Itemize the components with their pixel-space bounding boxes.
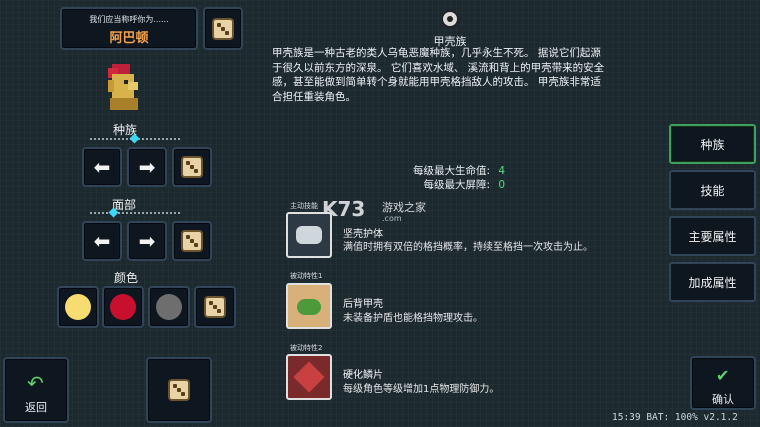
left-arrow-icon: ⬅	[93, 229, 111, 253]
dice-icon	[181, 156, 203, 178]
color-swatch-gray[interactable]	[148, 286, 190, 328]
right-arrow-icon: ➡	[138, 155, 156, 179]
desc-line: 感，甚至能做到简单转个身就能用甲壳格挡敌人的攻击。 甲壳族非常适	[272, 76, 601, 88]
skill-icon-hardened-scales	[286, 354, 332, 400]
back-arrow-icon: ↶	[27, 371, 44, 395]
name-prompt: 我们应当称呼你为......	[89, 15, 169, 24]
shell-icon	[440, 9, 460, 29]
confirm-label: 确认	[712, 393, 734, 406]
skill-desc: 未装备护盾也能格挡物理攻击。	[343, 313, 483, 324]
skill-tag: 被动特性1	[290, 272, 323, 280]
right-arrow-icon: ➡	[138, 229, 156, 253]
desc-line: 合担任重装角色。	[272, 90, 356, 103]
swatch-yellow	[65, 294, 91, 320]
race-label: 种族	[112, 123, 137, 137]
status-bar: 15:39 BAT: 100% v2.1.2	[612, 412, 738, 423]
tab-race[interactable]: 种族	[669, 124, 756, 164]
color-swatch-yellow[interactable]	[57, 286, 99, 328]
skill-desc: 每级角色等级增加1点物理防御力。	[343, 384, 500, 395]
skill-icon-shell-guard	[286, 212, 332, 258]
desc-line: 于很久以前东方的深泉。 它们喜欢水域、 溪流和背上的甲壳带来的安全	[272, 61, 605, 74]
back-button[interactable]: ↶ 返回	[3, 357, 69, 423]
color-swatch-red[interactable]	[102, 286, 144, 328]
watermark-sub: 游戏之家	[382, 201, 426, 214]
dice-icon	[204, 296, 226, 318]
character-portrait	[100, 64, 144, 110]
dice-icon	[212, 17, 234, 40]
skill-desc: 满值时拥有双倍的格挡概率，持续至格挡一次攻击为止。	[343, 242, 593, 253]
randomize-all-button[interactable]	[146, 357, 212, 423]
skill-tag: 被动特性2	[290, 344, 323, 352]
tab-skills[interactable]: 技能	[669, 170, 756, 210]
race-random-button[interactable]	[172, 147, 212, 187]
stat-row: 每级最大生命值: 4	[380, 163, 520, 178]
stat-row: 每级最大屏障: 0	[380, 177, 520, 192]
left-arrow-icon: ⬅	[93, 155, 111, 179]
dice-icon	[168, 379, 190, 401]
color-label: 颜色	[113, 271, 138, 285]
race-prev-button[interactable]: ⬅	[82, 147, 122, 187]
desc-line: 甲壳族是一种古老的类人乌龟恶魔种族，几乎永生不死。 据说它们起源	[272, 47, 601, 59]
skill-name: 硬化鳞片	[343, 370, 383, 381]
tab-main-attributes[interactable]: 主要属性	[669, 216, 756, 256]
confirm-button[interactable]: ✔ 确认	[690, 356, 756, 410]
race-next-button[interactable]: ➡	[127, 147, 167, 187]
name-panel[interactable]: 我们应当称呼你为...... 阿巴顿	[60, 7, 198, 50]
dice-icon	[181, 230, 203, 252]
character-name[interactable]: 阿巴顿	[62, 27, 196, 46]
face-prev-button[interactable]: ⬅	[82, 221, 122, 261]
face-random-button[interactable]	[172, 221, 212, 261]
confirm-icon: ✔	[716, 366, 730, 385]
back-label: 返回	[25, 401, 47, 414]
face-next-button[interactable]: ➡	[127, 221, 167, 261]
face-slider-track[interactable]	[90, 212, 180, 216]
swatch-gray	[156, 294, 182, 320]
stat-value: 0	[498, 179, 506, 191]
color-random-button[interactable]	[194, 286, 236, 328]
stat-value: 4	[498, 165, 506, 177]
swatch-red	[110, 294, 136, 320]
random-name-button[interactable]	[203, 7, 243, 50]
stat-label: 每级最大生命值:	[412, 165, 490, 177]
tab-bonus-attributes[interactable]: 加成属性	[669, 262, 756, 302]
skill-tag: 主动技能	[290, 202, 318, 210]
skill-name: 后背甲壳	[343, 299, 383, 310]
watermark: K73 游戏之家 .com	[322, 197, 462, 227]
race-description: 甲壳族是一种古老的类人乌龟恶魔种族，几乎永生不死。 据说它们起源 于很久以前东方…	[272, 46, 644, 104]
stat-label: 每级最大屏障:	[423, 179, 490, 191]
skill-icon-back-shell	[286, 283, 332, 329]
watermark-url: .com	[382, 214, 402, 223]
